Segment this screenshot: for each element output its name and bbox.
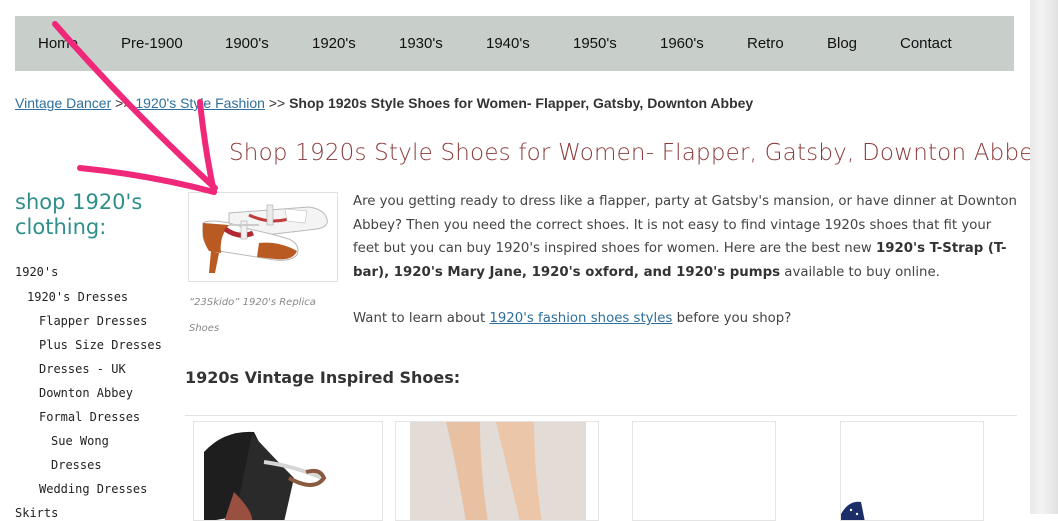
learn-prefix: Want to learn about: [353, 311, 490, 326]
page-title: Shop 1920s Style Shoes for Women- Flappe…: [229, 140, 1048, 166]
sidebar-item-downton-abbey[interactable]: Downton Abbey: [39, 386, 133, 400]
nav-blog[interactable]: Blog: [827, 35, 857, 52]
sidebar-item-1920s-dresses[interactable]: 1920's Dresses: [27, 290, 128, 304]
shoe-illustration: [202, 204, 328, 273]
product-image-blue-shoe: [841, 501, 865, 520]
feature-shoe-image[interactable]: [188, 192, 338, 282]
nav-1960s[interactable]: 1960's: [660, 35, 704, 52]
breadcrumb-separator: >>: [264, 95, 290, 111]
nav-1950s[interactable]: 1950's: [573, 35, 617, 52]
sidebar-item-sue-wong[interactable]: Sue Wong: [51, 434, 109, 448]
nav-1930s[interactable]: 1930's: [399, 35, 443, 52]
web-page: Home Pre-1900 1900's 1920's 1930's 1940'…: [0, 0, 1047, 521]
section-heading: 1920s Vintage Inspired Shoes:: [185, 368, 461, 387]
page-scrollbar[interactable]: [1030, 0, 1058, 514]
intro-paragraph: Are you getting ready to dress like a fl…: [353, 190, 1018, 284]
learn-suffix: before you shop?: [672, 311, 792, 326]
breadcrumb-parent-link[interactable]: 1920's Style Fashion: [135, 95, 265, 111]
product-card[interactable]: [193, 421, 383, 521]
nav-pre-1900[interactable]: Pre-1900: [121, 35, 183, 52]
section-divider: [185, 415, 1017, 416]
nav-1940s[interactable]: 1940's: [486, 35, 530, 52]
breadcrumb: Vintage Dancer >> 1920's Style Fashion >…: [15, 95, 753, 111]
nav-retro[interactable]: Retro: [747, 35, 784, 52]
learn-more-line: Want to learn about 1920's fashion shoes…: [353, 311, 791, 326]
product-card[interactable]: [632, 421, 776, 521]
nav-1920s[interactable]: 1920's: [312, 35, 356, 52]
breadcrumb-home-link[interactable]: Vintage Dancer: [15, 95, 111, 111]
product-card[interactable]: [840, 421, 984, 521]
sidebar-item-flapper-dresses[interactable]: Flapper Dresses: [39, 314, 147, 328]
product-image-black-shoe: [204, 431, 327, 520]
feature-caption: “23Skido” 1920's Replica Shoes: [189, 297, 316, 334]
intro-text-end: available to buy online.: [780, 264, 940, 280]
product-image-legs: [410, 422, 586, 520]
sidebar-item-plus-size-dresses[interactable]: Plus Size Dresses: [39, 338, 162, 352]
main-nav: Home Pre-1900 1900's 1920's 1930's 1940'…: [15, 16, 1014, 71]
breadcrumb-separator: >>: [111, 95, 136, 111]
shoe-styles-link[interactable]: 1920's fashion shoes styles: [489, 311, 672, 326]
nav-1900s[interactable]: 1900's: [225, 35, 269, 52]
nav-home[interactable]: Home: [38, 35, 78, 52]
product-card[interactable]: [395, 421, 599, 521]
sidebar-item-wedding-dresses[interactable]: Wedding Dresses: [39, 482, 147, 496]
sidebar-item-formal-dresses[interactable]: Formal Dresses: [39, 410, 140, 424]
breadcrumb-current: Shop 1920s Style Shoes for Women- Flappe…: [289, 95, 754, 111]
sidebar-item-sue-wong-dresses[interactable]: Dresses: [51, 458, 102, 472]
sidebar-item-1920s[interactable]: 1920's: [15, 265, 58, 279]
nav-contact[interactable]: Contact: [900, 35, 952, 52]
sidebar-item-dresses-uk[interactable]: Dresses - UK: [39, 362, 126, 376]
sidebar-heading: shop 1920's clothing:: [15, 190, 143, 239]
sidebar-item-skirts[interactable]: Skirts: [15, 506, 58, 520]
